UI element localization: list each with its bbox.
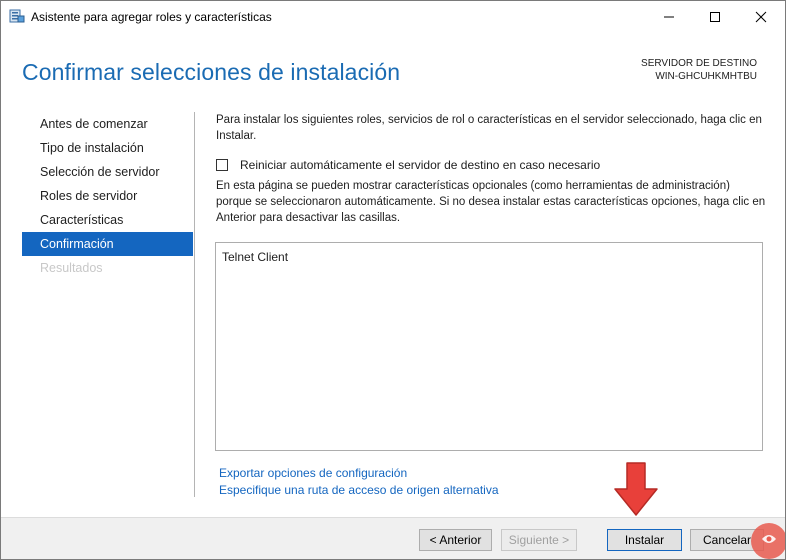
restart-checkbox-label[interactable]: Reiniciar automáticamente el servidor de…: [240, 158, 600, 172]
minimize-button[interactable]: [646, 1, 692, 32]
page-title: Confirmar selecciones de instalación: [22, 59, 401, 85]
nav-item-roles-de-servidor[interactable]: Roles de servidor: [22, 184, 193, 208]
selected-features-list[interactable]: Telnet Client: [215, 242, 763, 451]
previous-button[interactable]: < Anterior: [419, 529, 492, 551]
restart-option[interactable]: Reiniciar automáticamente el servidor de…: [216, 157, 600, 173]
destination-server-caption: SERVIDOR DE DESTINO: [641, 58, 757, 69]
nav-item-caracteristicas[interactable]: Características: [22, 208, 193, 232]
nav-item-confirmacion[interactable]: Confirmación: [22, 232, 193, 256]
maximize-icon: [709, 11, 721, 23]
nav-item-resultados: Resultados: [40, 261, 103, 275]
export-config-link[interactable]: Exportar opciones de configuración: [219, 466, 407, 480]
nav-divider: [194, 112, 195, 497]
intro-text: Para instalar los siguientes roles, serv…: [216, 114, 762, 142]
close-icon: [755, 11, 767, 23]
window-title: Asistente para agregar roles y caracterí…: [31, 10, 272, 24]
wizard-header: Confirmar selecciones de instalación SER…: [1, 32, 785, 96]
alternate-source-link[interactable]: Especifique una ruta de acceso de origen…: [219, 483, 499, 497]
watermark-logo-icon: [745, 517, 785, 559]
minimize-icon: [663, 11, 675, 23]
nav-item-seleccion-de-servidor[interactable]: Selección de servidor: [22, 160, 193, 184]
restart-checkbox[interactable]: [216, 159, 228, 171]
wizard-window: Asistente para agregar roles y caracterí…: [0, 0, 786, 560]
install-button[interactable]: Instalar: [607, 529, 682, 551]
close-button[interactable]: [738, 1, 784, 32]
next-button: Siguiente >: [501, 529, 577, 551]
server-manager-icon: [9, 8, 25, 24]
wizard-steps-nav: Antes de comenzar Tipo de instalación Se…: [22, 112, 193, 280]
optional-features-note: En esta página se pueden mostrar caracte…: [216, 180, 766, 224]
destination-server-name: WIN-GHCUHKMHTBU: [655, 71, 757, 82]
red-arrow-annotation: [613, 461, 659, 517]
destination-server: SERVIDOR DE DESTINO WIN-GHCUHKMHTBU: [641, 57, 757, 83]
main-content: Para instalar los siguientes roles, serv…: [216, 112, 764, 144]
title-bar[interactable]: Asistente para agregar roles y caracterí…: [1, 1, 785, 32]
maximize-button[interactable]: [692, 1, 738, 32]
list-item: Telnet Client: [222, 250, 289, 264]
wizard-footer: < Anterior Siguiente > Instalar Cancelar: [1, 517, 785, 559]
nav-item-tipo-de-instalacion[interactable]: Tipo de instalación: [22, 136, 193, 160]
nav-item-antes-de-comenzar[interactable]: Antes de comenzar: [22, 112, 193, 136]
